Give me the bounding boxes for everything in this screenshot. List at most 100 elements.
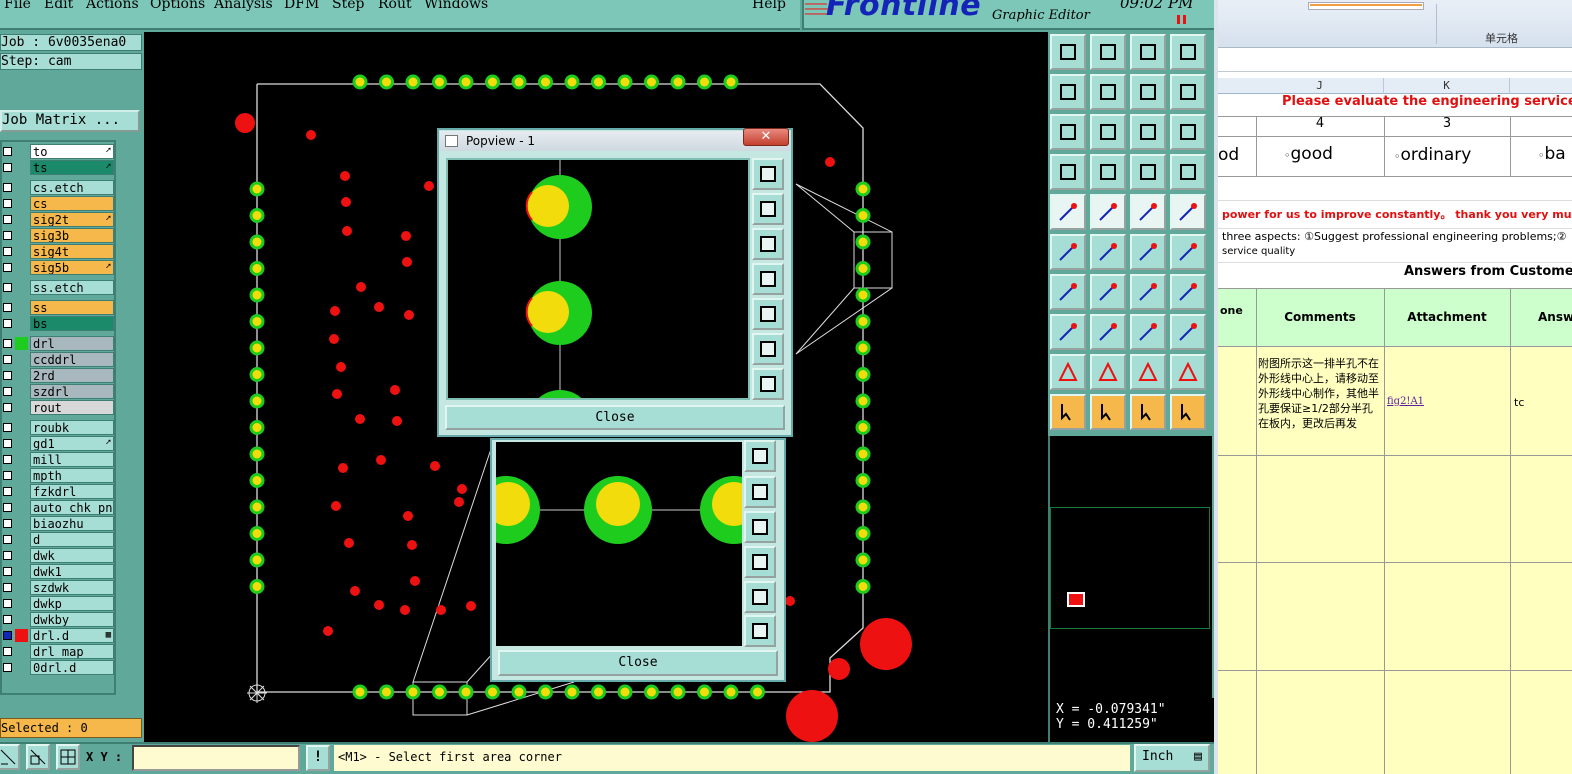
job-matrix-button[interactable]: Job Matrix ... — [0, 110, 140, 132]
layer-checkbox[interactable] — [3, 319, 12, 328]
layer-checkbox[interactable] — [3, 387, 12, 396]
probe-button[interactable] — [1090, 154, 1126, 190]
menu-help[interactable]: Help — [752, 0, 786, 12]
redo-zoom-button[interactable] — [1170, 74, 1206, 110]
move-node-button[interactable] — [1130, 234, 1166, 270]
mirror-button[interactable] — [1170, 274, 1206, 310]
layer-row[interactable]: sig2t ➚ — [2, 212, 114, 227]
layer-checkbox[interactable] — [3, 371, 12, 380]
layer-tool-button[interactable] — [1050, 154, 1086, 190]
menu-step[interactable]: Step — [332, 0, 364, 12]
popview2-tool-button[interactable] — [744, 581, 776, 613]
layer-row[interactable]: dwk1 — [2, 564, 114, 579]
layer-checkbox[interactable] — [3, 247, 12, 256]
popview-tool-button[interactable] — [752, 158, 784, 190]
arch-button[interactable] — [1130, 354, 1166, 390]
zoom-fit-button[interactable] — [1050, 114, 1086, 150]
layer-row[interactable]: drl — [2, 336, 114, 351]
layer-checkbox[interactable] — [3, 663, 12, 672]
layer-checkbox[interactable] — [3, 471, 12, 480]
layer-checkbox[interactable] — [3, 599, 12, 608]
split-button[interactable] — [1090, 314, 1126, 350]
layer-checkbox[interactable] — [3, 439, 12, 448]
layer-row[interactable]: sig4t — [2, 244, 114, 259]
formula-bar[interactable] — [1218, 52, 1572, 72]
ruler-button[interactable] — [1130, 194, 1166, 230]
unit-select[interactable]: Inch ▤ — [1134, 744, 1210, 772]
layer-row[interactable]: cs — [2, 196, 114, 211]
pad-tool-button[interactable] — [1170, 194, 1206, 230]
layer-checkbox[interactable] — [3, 339, 12, 348]
popview-close-button[interactable]: Close — [445, 405, 785, 430]
layer-checkbox[interactable] — [3, 583, 12, 592]
layer-checkbox[interactable] — [3, 615, 12, 624]
popview-canvas[interactable] — [446, 158, 750, 400]
layer-row[interactable]: sig3b — [2, 228, 114, 243]
layer-row[interactable]: bs — [2, 316, 114, 331]
layer-checkbox[interactable] — [3, 423, 12, 432]
layer-row[interactable]: d — [2, 532, 114, 547]
layer-row[interactable]: sig5b ➚ — [2, 260, 114, 275]
popview2-tool-button[interactable] — [744, 546, 776, 578]
home-icon[interactable] — [1130, 34, 1166, 70]
layer-row[interactable]: 2rd — [2, 368, 114, 383]
pan-left-button[interactable] — [1050, 74, 1086, 110]
scale-1to2-button[interactable] — [1130, 114, 1166, 150]
layer-checkbox[interactable] — [3, 355, 12, 364]
layer-checkbox[interactable] — [3, 215, 12, 224]
menu-dfm[interactable]: DFM — [284, 0, 319, 12]
layer-checkbox[interactable] — [3, 519, 12, 528]
pause-icon[interactable] — [1177, 15, 1187, 24]
layer-checkbox[interactable] — [3, 631, 12, 640]
triangle-tool-button[interactable] — [1050, 354, 1086, 390]
undo-zoom-button[interactable] — [1130, 74, 1166, 110]
layer-checkbox[interactable] — [3, 199, 12, 208]
popview-tool-button[interactable] — [752, 228, 784, 260]
layer-checkbox[interactable] — [3, 503, 12, 512]
warning-button[interactable]: ! — [306, 745, 330, 771]
layer-checkbox[interactable] — [3, 403, 12, 412]
net-alt-button[interactable] — [1170, 154, 1206, 190]
layer-checkbox[interactable] — [3, 147, 12, 156]
popview2-tool-button[interactable] — [744, 511, 776, 543]
layer-checkbox[interactable] — [3, 303, 12, 312]
option-ordinary[interactable]: ◦ordinary — [1394, 145, 1471, 165]
menu-analysis[interactable]: Analysis — [214, 0, 273, 12]
layer-row[interactable]: mpth — [2, 468, 114, 483]
popview2-tool-button[interactable] — [744, 440, 776, 472]
line-tool-button[interactable] — [1090, 274, 1126, 310]
layer-work-indicator[interactable] — [15, 629, 28, 642]
pan-right-button[interactable] — [1090, 74, 1126, 110]
layer-checkbox[interactable] — [3, 551, 12, 560]
layer-row[interactable]: rout — [2, 400, 114, 415]
bridge-button[interactable] — [1170, 354, 1206, 390]
menu-edit[interactable]: Edit — [44, 0, 73, 12]
popview2-canvas[interactable] — [496, 442, 742, 646]
snap-button[interactable] — [0, 744, 20, 770]
select-tool-button[interactable] — [1050, 194, 1086, 230]
layer-checkbox[interactable] — [3, 647, 12, 656]
xy-input[interactable] — [132, 745, 300, 771]
popview-tool-button[interactable] — [752, 263, 784, 295]
pointer-circle-button[interactable] — [1130, 394, 1166, 430]
answer-cell[interactable]: tc — [1514, 396, 1524, 409]
pointer-net-button[interactable] — [1170, 394, 1206, 430]
layer-row[interactable]: dwkp — [2, 596, 114, 611]
add-node-button[interactable] — [1170, 234, 1206, 270]
layer-row[interactable]: szdrl — [2, 384, 114, 399]
triangle-alt-button[interactable] — [1090, 354, 1126, 390]
layer-row[interactable]: cs.etch — [2, 180, 114, 195]
menu-windows[interactable]: Windows — [424, 0, 488, 12]
layer-row[interactable]: auto_chk_pnl — [2, 500, 114, 515]
layer-row[interactable]: to ➚ — [2, 144, 114, 159]
delete-node-button[interactable] — [1090, 234, 1126, 270]
popview2-tool-button[interactable] — [744, 476, 776, 508]
menu-actions[interactable]: Actions — [86, 0, 139, 12]
layer-checkbox[interactable] — [3, 487, 12, 496]
layer-row[interactable]: fzkdrl — [2, 484, 114, 499]
layer-checkbox[interactable] — [3, 263, 12, 272]
menu-file[interactable]: File — [4, 0, 31, 12]
menu-rout[interactable]: Rout — [378, 0, 412, 12]
layer-row[interactable]: gd1 ➚ — [2, 436, 114, 451]
popview-tool-button[interactable] — [752, 368, 784, 400]
